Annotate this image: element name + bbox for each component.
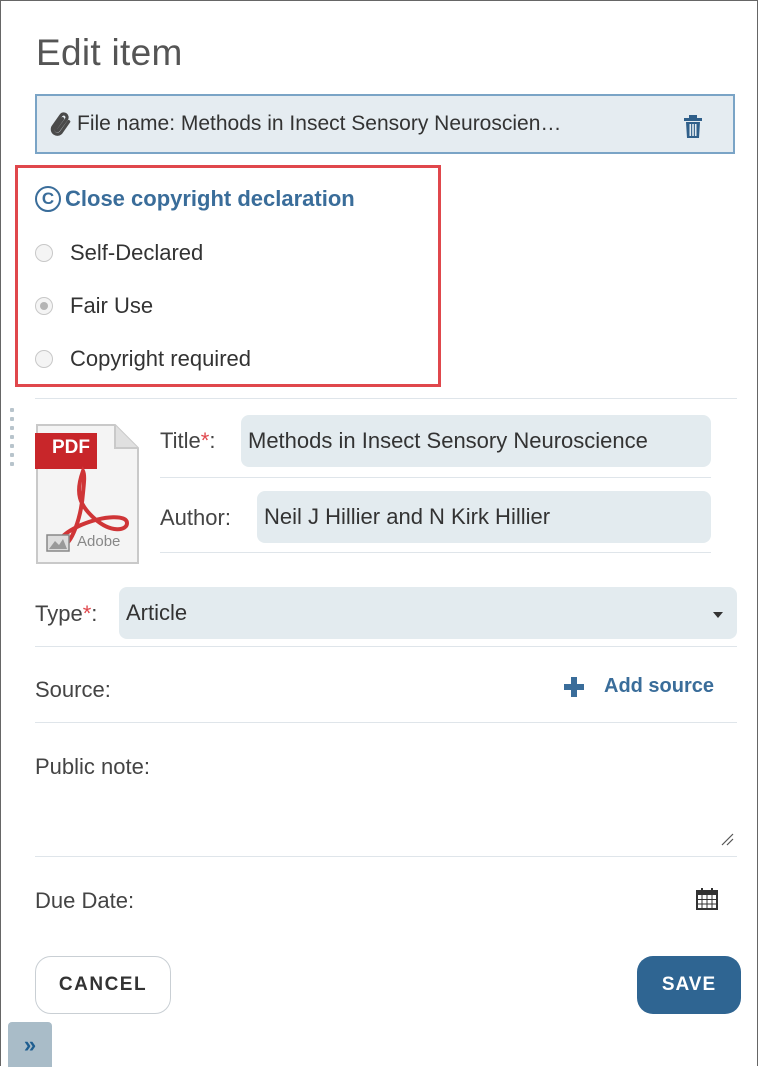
divider	[160, 552, 711, 553]
radio-button[interactable]	[35, 350, 53, 368]
radio-copyright-required[interactable]: Copyright required	[35, 346, 251, 372]
public-note-label: Public note:	[35, 754, 150, 779]
adobe-brand: Adobe	[77, 533, 121, 550]
public-note-textarea[interactable]	[35, 790, 741, 856]
type-select[interactable]: Article	[119, 587, 737, 639]
calendar-icon[interactable]	[696, 888, 718, 910]
page-title: Edit item	[36, 32, 183, 73]
radio-button[interactable]	[35, 244, 53, 262]
divider	[35, 722, 737, 723]
file-name-box: File name: Methods in Insect Sensory Neu…	[35, 94, 735, 154]
expand-panel-button[interactable]: »	[8, 1022, 52, 1067]
add-source-button[interactable]: Add source	[564, 675, 714, 698]
copyright-icon: C	[35, 186, 61, 212]
type-label: Type*:	[35, 601, 98, 626]
cancel-button[interactable]: CANCEL	[35, 956, 171, 1014]
divider	[160, 477, 711, 478]
trash-icon[interactable]	[683, 115, 703, 139]
paperclip-icon	[47, 110, 75, 138]
file-name-label: File name: Methods in Insect Sensory Neu…	[77, 112, 562, 135]
author-label: Author:	[160, 505, 231, 530]
divider	[35, 856, 737, 857]
due-date-label: Due Date:	[35, 888, 135, 913]
divider	[35, 398, 737, 399]
radio-button[interactable]	[35, 297, 53, 315]
radio-self-declared[interactable]: Self-Declared	[35, 240, 203, 266]
divider	[35, 646, 737, 647]
author-input[interactable]: Neil J Hillier and N Kirk Hillier	[257, 491, 711, 543]
add-source-label: Add source	[604, 675, 715, 697]
radio-label: Fair Use	[70, 293, 154, 318]
radio-label: Self-Declared	[70, 240, 204, 265]
radio-label: Copyright required	[70, 346, 251, 371]
title-label: Title*:	[160, 428, 216, 453]
close-copyright-label: Close copyright declaration	[65, 186, 355, 211]
pdf-badge: PDF	[52, 437, 90, 458]
type-select-value: Article	[126, 600, 188, 625]
radio-fair-use[interactable]: Fair Use	[35, 293, 153, 319]
title-input[interactable]: Methods in Insect Sensory Neuroscience	[241, 415, 711, 467]
resize-grip-icon[interactable]	[720, 832, 734, 846]
caret-down-icon	[713, 612, 723, 618]
plus-icon	[564, 676, 584, 697]
source-label: Source:	[35, 677, 111, 702]
save-button[interactable]: SAVE	[637, 956, 741, 1014]
drag-handle-icon[interactable]	[10, 408, 16, 474]
close-copyright-declaration-link[interactable]: C Close copyright declaration	[35, 186, 355, 212]
double-chevron-right-icon: »	[23, 1031, 37, 1057]
